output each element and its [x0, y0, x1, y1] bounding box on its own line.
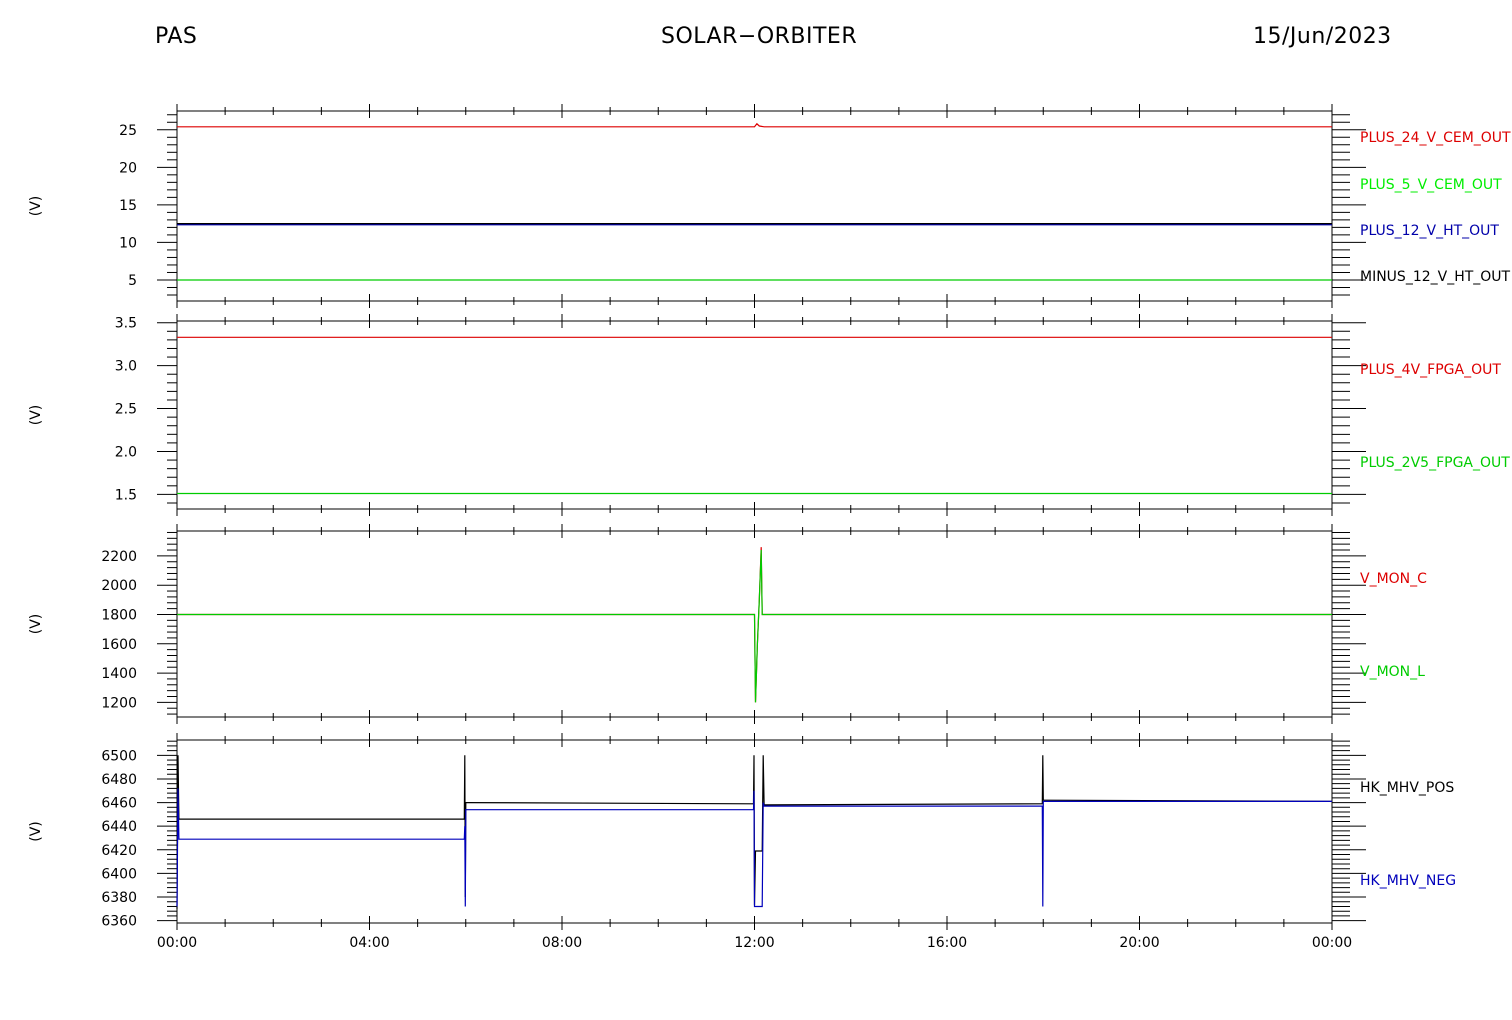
y-tick-label: 2000: [101, 578, 137, 594]
y-tick-label: 6420: [101, 843, 137, 859]
panel-1-frame: [176, 110, 1333, 302]
y-tick-label: 6500: [101, 748, 137, 764]
series-line-hk-mhv-neg: [176, 788, 1332, 908]
y-tick-label: 6360: [101, 914, 137, 930]
y-tick-label: 6400: [101, 866, 137, 882]
panel-2-frame: [176, 320, 1333, 510]
y-tick-label: 3.0: [115, 359, 137, 375]
y-tick-label: 6480: [101, 772, 137, 788]
y-tick-label: 3.5: [115, 316, 137, 332]
y-tick-label: 1400: [101, 666, 137, 682]
x-tick-label: 04:00: [349, 935, 389, 951]
legend-label: V_MON_C: [1360, 571, 1427, 587]
y-tick-label: 25: [119, 123, 137, 139]
legend-label: V_MON_L: [1360, 664, 1425, 680]
y-tick-label: 20: [119, 160, 137, 176]
x-tick-label: 16:00: [927, 935, 967, 951]
y-tick-label: 5: [128, 273, 137, 289]
legend-label: PLUS_4V_FPGA_OUT: [1360, 362, 1501, 378]
x-tick-label: 00:00: [1312, 935, 1352, 951]
x-tick-label: 00:00: [157, 935, 197, 951]
y-axis-label: (V): [28, 821, 44, 842]
y-tick-label: 1.5: [115, 487, 137, 503]
y-tick-label: 15: [119, 198, 137, 214]
legend-label: PLUS_5_V_CEM_OUT: [1360, 177, 1502, 193]
legend-label: PLUS_24_V_CEM_OUT: [1360, 130, 1511, 146]
series-line-v-mon-l: [177, 549, 1332, 703]
x-tick-label: 20:00: [1119, 935, 1159, 951]
y-tick-label: 2.5: [115, 402, 137, 418]
y-axis-label: (V): [28, 196, 44, 217]
y-tick-label: 10: [119, 235, 137, 251]
y-axis-label: (V): [28, 405, 44, 426]
legend-label: PLUS_12_V_HT_OUT: [1360, 223, 1499, 239]
y-tick-label: 1600: [101, 637, 137, 653]
legend-label: PLUS_2V5_FPGA_OUT: [1360, 455, 1510, 471]
legend-label: MINUS_12_V_HT_OUT: [1360, 269, 1511, 285]
legend-label: HK_MHV_NEG: [1360, 873, 1456, 889]
x-tick-label: 12:00: [734, 935, 774, 951]
y-axis-label: (V): [28, 614, 44, 635]
chart-canvas: 5 10 15 20 25 (V) PLUS_24_V_CEM_OUT PLUS_5_V_CE…: [28, 104, 1511, 951]
legend-label: HK_MHV_POS: [1360, 780, 1454, 796]
y-tick-label: 6380: [101, 890, 137, 906]
x-tick-label: 08:00: [542, 935, 582, 951]
y-tick-label: 1800: [101, 607, 137, 623]
y-tick-label: 2200: [101, 549, 137, 565]
y-tick-label: 6460: [101, 796, 137, 812]
y-tick-label: 1200: [101, 695, 137, 711]
series-line-plus-24-v-cem-out: [177, 122, 1332, 128]
y-tick-label: 2.0: [115, 444, 137, 460]
y-tick-label: 6440: [101, 819, 137, 835]
